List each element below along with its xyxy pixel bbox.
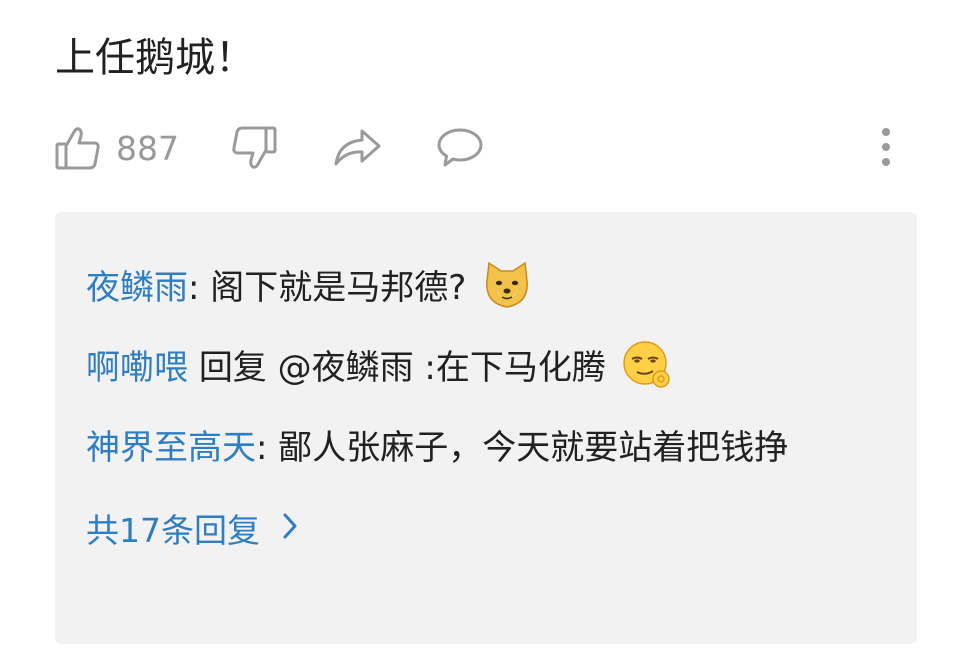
dislike-button[interactable] (230, 124, 278, 172)
more-options-button[interactable] (876, 126, 896, 170)
comment-icon (436, 126, 484, 170)
action-bar: 887 (0, 120, 954, 180)
smirk-ok-emoji-icon (621, 339, 673, 391)
more-vert-icon (876, 126, 896, 170)
reply-item: 神界至高天: 鄙人张麻子，今天就要站着把钱挣 (86, 408, 889, 488)
reply-text: 阁下就是马邦德? (210, 268, 467, 308)
reply-username[interactable]: 神界至高天 (86, 428, 256, 468)
reply-item: 啊嘞喂 回复 @夜鳞雨 :在下马化腾 (86, 328, 889, 408)
thumbs-up-icon (54, 124, 102, 172)
reply-username[interactable]: 夜鳞雨 (86, 268, 188, 308)
thumbs-down-icon (230, 124, 278, 172)
like-button[interactable]: 887 (54, 124, 179, 172)
share-button[interactable] (332, 126, 382, 170)
share-icon (332, 126, 382, 170)
comment-button[interactable] (436, 126, 484, 170)
reply-text: 鄙人张麻子，今天就要站着把钱挣 (278, 428, 789, 468)
doge-emoji-icon (481, 259, 533, 311)
like-count: 887 (116, 128, 179, 168)
reply-separator (188, 348, 199, 388)
view-all-replies-link[interactable]: 共17条回复 (86, 504, 298, 552)
reply-preview-panel[interactable]: 夜鳞雨: 阁下就是马邦德? 啊嘞喂 回复 @夜鳞雨 :在下马化腾 神界至高天: … (55, 212, 917, 644)
chevron-right-icon (260, 509, 298, 548)
reply-item: 夜鳞雨: 阁下就是马邦德? (86, 248, 889, 328)
reply-separator: : (256, 428, 279, 468)
reply-username[interactable]: 啊嘞喂 (86, 348, 188, 388)
reply-separator: : (188, 268, 211, 308)
reply-text: 回复 @夜鳞雨 :在下马化腾 (198, 348, 606, 388)
view-all-replies-label: 共17条回复 (86, 511, 260, 550)
post-text: 上任鹅城！ (55, 35, 255, 81)
